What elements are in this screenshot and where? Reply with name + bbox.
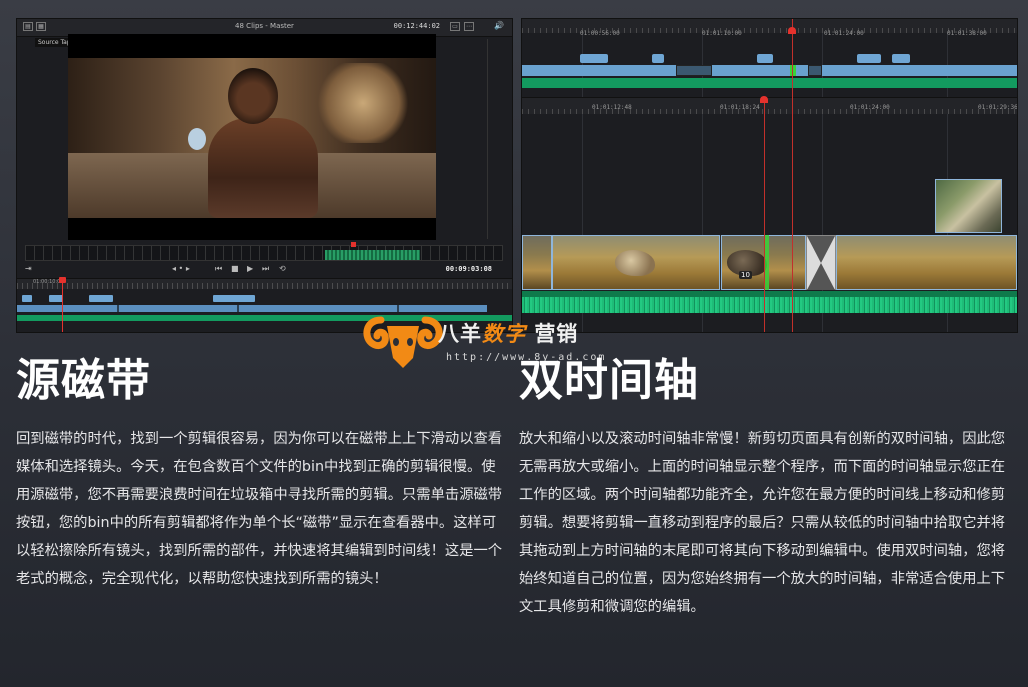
upper-playhead[interactable] [788, 27, 796, 34]
upper-timeline-audio-track[interactable] [522, 78, 1017, 88]
video-clip-thumbnail[interactable] [836, 235, 1017, 290]
skip-forward-icon[interactable]: ⏭ [262, 264, 269, 274]
upper-timeline-cut-marker [790, 65, 796, 76]
transport-bar: ⇥ ◂ • ▸ ⏮ ■ ▶ ⏭ ⟲ [17, 262, 512, 276]
ruler-label: 01:01:29:36 [978, 104, 1018, 111]
upper-timeline-clip[interactable] [857, 54, 881, 63]
upper-timeline-video-track[interactable] [522, 65, 1017, 76]
upper-timeline-selected-range[interactable] [676, 65, 712, 76]
dissolve-transition[interactable] [806, 235, 836, 290]
jog-icon[interactable]: ◂ • ▸ [172, 264, 190, 273]
dual-timeline-heading: 双时间轴 [519, 355, 699, 406]
mini-timeline-playhead-line [62, 277, 63, 332]
layout-icon[interactable]: ▭ [450, 22, 460, 31]
ruler-label: 01:01:18:24 [720, 104, 760, 111]
timeline-clip[interactable] [49, 295, 63, 302]
source-tape-screenshot: ▤ ▦ 48 Clips - Master 00:12:44:02 ▭ ⋯ 🔊 … [16, 18, 513, 333]
dual-timeline-screenshot: 01:00:56:00 01:01:10:00 01:01:24:00 01:0… [521, 18, 1018, 333]
video-clip-thumbnail[interactable] [522, 235, 552, 290]
timeline-clip[interactable] [22, 295, 32, 302]
upper-timeline-clip[interactable] [580, 54, 608, 63]
video-viewer[interactable] [68, 34, 436, 240]
ruler-label: 01:01:24:00 [824, 30, 864, 37]
upper-timeline-clip[interactable] [652, 54, 664, 63]
viewer-timecode: 00:12:44:02 [393, 22, 440, 30]
ruler-label: 01:01:38:00 [947, 30, 987, 37]
overlay-video-clip[interactable] [935, 179, 1002, 233]
audio-waveform-mini [325, 250, 420, 260]
upper-timeline-clip[interactable] [892, 54, 910, 63]
lower-timeline-ruler[interactable]: 01:01:12:48 01:01:18:24 01:01:24:00 01:0… [522, 97, 1017, 114]
timeline-clip[interactable] [89, 295, 113, 302]
playback-timecode: 00:09:03:08 [445, 265, 492, 273]
options-icon[interactable]: ⋯ [464, 22, 474, 31]
lower-timeline-video-track [522, 235, 1017, 290]
ruler-label: 01:01:24:00 [850, 104, 890, 111]
mini-timeline-track-1 [17, 295, 512, 303]
ram-logo-icon [363, 316, 443, 368]
scene-detect-icon[interactable]: ⇥ [25, 264, 32, 273]
source-tape-scrubber[interactable] [25, 242, 503, 261]
lower-playhead-line [764, 97, 765, 332]
timeline-clip[interactable] [17, 305, 487, 312]
timeline-clip[interactable] [213, 295, 255, 302]
mini-timeline-ruler[interactable]: 01:00:10:00 [17, 278, 512, 289]
clip-badge: 10 [739, 271, 752, 279]
dual-timeline-description: 放大和缩小以及滚动时间轴非常慢！新剪切页面具有创新的双时间轴，因此您无需再放大或… [519, 431, 1006, 615]
upper-timeline-ruler[interactable]: 01:00:56:00 01:01:10:00 01:01:24:00 01:0… [522, 19, 1017, 37]
mini-timeline-playhead[interactable] [59, 277, 66, 283]
ruler-label: 01:00:56:00 [580, 30, 620, 37]
upper-timeline-transition[interactable] [808, 65, 822, 76]
ruler-label: 01:01:10:00 [702, 30, 742, 37]
upper-timeline-clip[interactable] [757, 54, 773, 63]
volume-icon[interactable]: 🔊 [494, 21, 504, 30]
source-tape-description: 回到磁带的时代，找到一个剪辑很容易，因为你可以在磁带上上下滑动以查看媒体和选择镜… [16, 431, 503, 587]
lower-playhead[interactable] [760, 96, 768, 103]
source-tape-heading: 源磁带 [16, 355, 151, 406]
video-frame [68, 58, 436, 218]
viewer-side-strip [487, 39, 498, 239]
play-icon[interactable]: ▶ [247, 264, 253, 273]
person-shape [208, 118, 318, 218]
ruler-label: 01:01:12:48 [592, 104, 632, 111]
stop-icon[interactable]: ■ [231, 264, 239, 273]
skip-back-icon[interactable]: ⏮ [215, 264, 222, 274]
video-clip-thumbnail[interactable] [552, 235, 720, 290]
upper-playhead-line [792, 19, 793, 332]
loop-icon[interactable]: ⟲ [279, 264, 286, 273]
mini-timeline-track-2 [17, 305, 512, 313]
watermark-brand: 八羊数字 营销 [438, 322, 579, 346]
scrub-playhead[interactable] [351, 242, 356, 247]
